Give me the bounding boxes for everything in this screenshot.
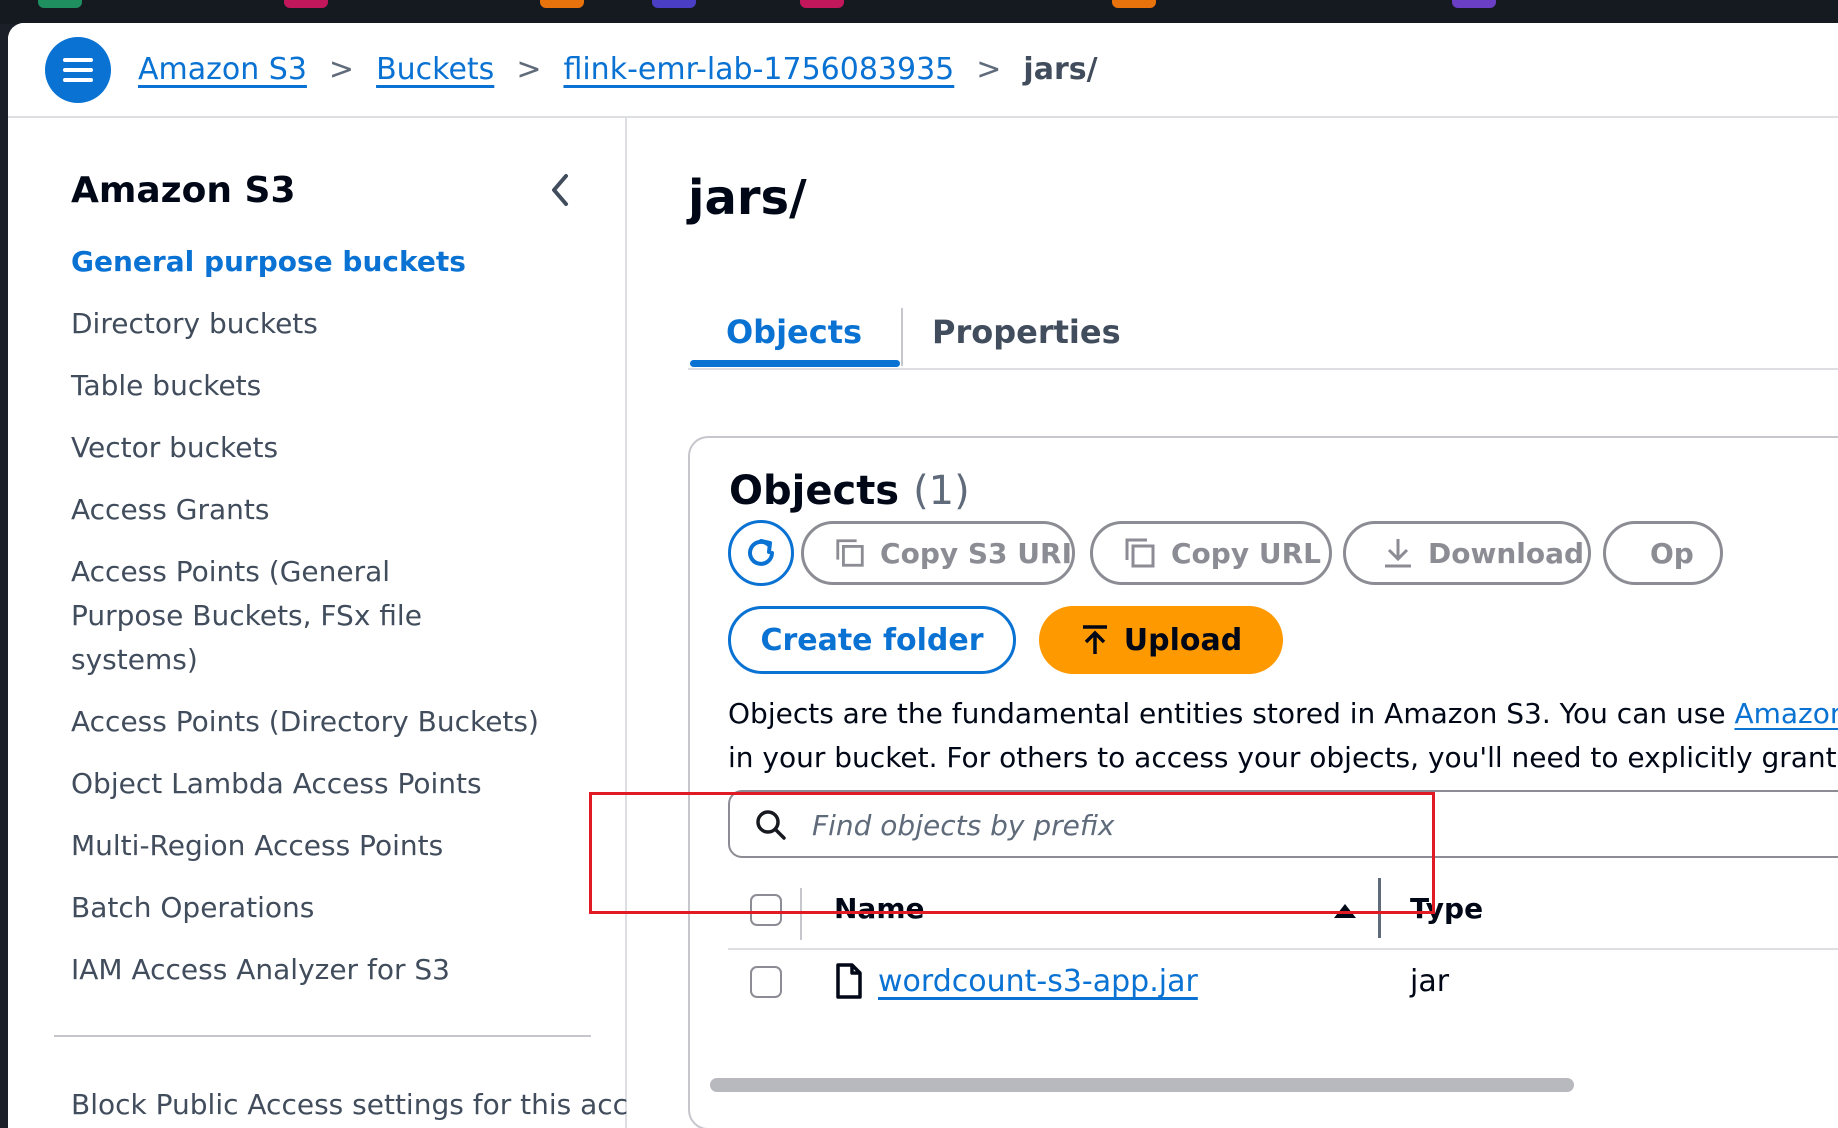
sidebar-item-access-points-directory[interactable]: Access Points (Directory Buckets) xyxy=(71,700,591,744)
column-header-type[interactable]: Type xyxy=(1410,892,1483,925)
sidebar-nav: General purpose buckets Directory bucket… xyxy=(71,240,591,1010)
breadcrumb: Amazon S3 > Buckets > flink-emr-lab-1756… xyxy=(138,49,1098,89)
sidebar-item-access-points-general[interactable]: Access Points (General Purpose Buckets, … xyxy=(71,550,501,682)
chevron-right-icon: > xyxy=(328,51,355,87)
browser-tab-marker xyxy=(800,0,844,8)
browser-tab-marker xyxy=(38,0,82,8)
upload-button[interactable]: Upload xyxy=(1039,606,1283,674)
sidebar-title: Amazon S3 xyxy=(71,170,296,211)
description-line-1: Objects are the fundamental entities sto… xyxy=(728,697,1735,730)
top-navigation: Amazon S3 > Buckets > flink-emr-lab-1756… xyxy=(8,23,1838,118)
sidebar-divider xyxy=(54,1035,591,1037)
sidebar-item-object-lambda[interactable]: Object Lambda Access Points xyxy=(71,762,591,806)
download-icon xyxy=(1385,539,1411,568)
objects-count: (1) xyxy=(913,468,970,514)
sidebar: Amazon S3 General purpose buckets Direct… xyxy=(8,118,692,1128)
breadcrumb-buckets[interactable]: Buckets xyxy=(376,52,494,87)
objects-heading: Objects (1) xyxy=(729,468,970,514)
column-header-name[interactable]: Name xyxy=(834,892,925,925)
sidebar-item-multi-region[interactable]: Multi-Region Access Points xyxy=(71,824,591,868)
search-icon xyxy=(756,810,786,840)
copy-icon xyxy=(1125,538,1155,568)
upload-label: Upload xyxy=(1123,622,1243,658)
page-title: jars/ xyxy=(688,170,807,226)
tabs: Objects Properties xyxy=(688,308,1838,370)
refresh-button[interactable] xyxy=(728,520,794,586)
chevron-right-icon: > xyxy=(516,51,542,87)
browser-tab-marker xyxy=(284,0,328,8)
description-line-2: in your bucket. For others to access you… xyxy=(728,741,1838,774)
row-checkbox[interactable] xyxy=(750,966,782,998)
sidebar-item-directory-buckets[interactable]: Directory buckets xyxy=(71,302,591,346)
sidebar-item-general-purpose-buckets[interactable]: General purpose buckets xyxy=(71,240,591,284)
open-button[interactable]: Op xyxy=(1603,521,1723,585)
search-input[interactable] xyxy=(810,804,1814,846)
table-header: Name Type xyxy=(728,868,1838,950)
search-field[interactable] xyxy=(728,790,1838,858)
upload-icon xyxy=(1082,625,1107,654)
sidebar-item-batch-operations[interactable]: Batch Operations xyxy=(71,886,591,930)
tab-properties[interactable]: Properties xyxy=(932,308,1121,366)
chevron-left-icon[interactable] xyxy=(546,170,576,210)
sidebar-item-block-public-access[interactable]: Block Public Access settings for this ac… xyxy=(71,1083,692,1127)
objects-heading-label: Objects xyxy=(729,468,900,514)
main-content: jars/ Objects Properties Objects (1) Cop… xyxy=(627,118,1838,1128)
copy-url-button[interactable]: Copy URL xyxy=(1090,521,1332,585)
create-folder-button[interactable]: Create folder xyxy=(728,606,1016,674)
breadcrumb-current: jars/ xyxy=(1023,51,1098,87)
sidebar-item-table-buckets[interactable]: Table buckets xyxy=(71,364,591,408)
copy-s3-uri-button[interactable]: Copy S3 URI xyxy=(801,521,1075,585)
open-label: Op xyxy=(1650,536,1694,570)
breadcrumb-bucket[interactable]: flink-emr-lab-1756083935 xyxy=(563,52,954,87)
select-all-checkbox[interactable] xyxy=(750,894,782,926)
horizontal-scrollbar[interactable] xyxy=(710,1078,1574,1092)
description-link[interactable]: Amazon xyxy=(1734,697,1838,730)
objects-panel: Objects (1) Copy S3 URI Copy URL Downloa… xyxy=(688,436,1838,1128)
objects-description: Objects are the fundamental entities sto… xyxy=(728,692,1838,780)
sort-ascending-icon[interactable] xyxy=(1334,904,1356,918)
browser-tab-marker xyxy=(652,0,696,8)
tab-divider xyxy=(901,308,903,366)
download-label: Download xyxy=(1428,536,1585,570)
tab-objects[interactable]: Objects xyxy=(688,308,900,367)
refresh-icon xyxy=(748,539,774,566)
object-type: jar xyxy=(1410,964,1450,999)
copy-icon xyxy=(836,539,864,567)
sidebar-item-iam-access-analyzer[interactable]: IAM Access Analyzer for S3 xyxy=(71,948,591,992)
sidebar-item-access-grants[interactable]: Access Grants xyxy=(71,488,591,532)
menu-icon[interactable] xyxy=(45,37,111,103)
chevron-right-icon: > xyxy=(976,51,1002,87)
browser-window: Amazon S3 > Buckets > flink-emr-lab-1756… xyxy=(8,23,1838,1128)
browser-tab-marker xyxy=(540,0,584,8)
copy-s3-uri-label: Copy S3 URI xyxy=(880,536,1072,570)
file-icon xyxy=(836,963,862,999)
copy-url-label: Copy URL xyxy=(1171,536,1321,570)
os-top-strip xyxy=(0,0,1838,24)
browser-tab-marker xyxy=(1452,0,1496,8)
breadcrumb-amazon-s3[interactable]: Amazon S3 xyxy=(138,52,307,87)
table-row: wordcount-s3-app.jar jar xyxy=(728,950,1838,1014)
browser-tab-marker xyxy=(1112,0,1156,8)
object-name-link[interactable]: wordcount-s3-app.jar xyxy=(878,964,1198,999)
column-resize-handle[interactable] xyxy=(1378,878,1381,938)
column-divider xyxy=(800,888,802,940)
sidebar-item-vector-buckets[interactable]: Vector buckets xyxy=(71,426,591,470)
download-button[interactable]: Download xyxy=(1343,521,1591,585)
